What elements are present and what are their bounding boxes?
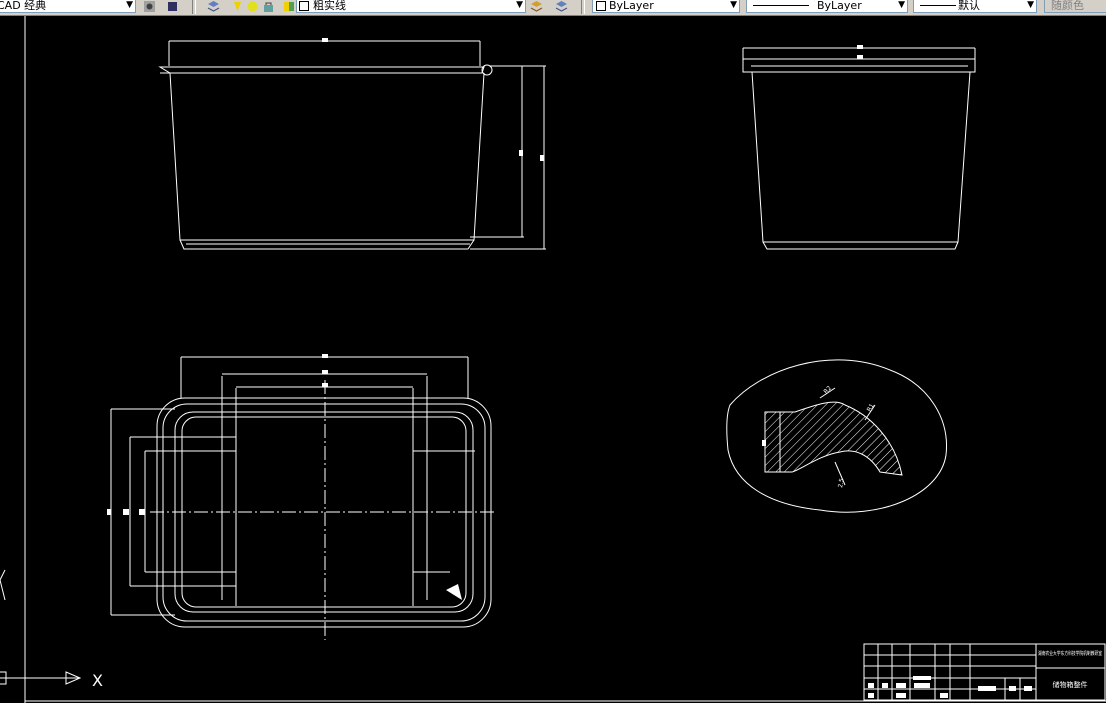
- color-combo[interactable]: ByLayer ▼: [592, 0, 740, 13]
- layer-color-icon[interactable]: [283, 0, 296, 13]
- layer-previous-icon[interactable]: [555, 0, 568, 13]
- chevron-down-icon: ▼: [1027, 0, 1034, 10]
- lineweight-combo-value: 默认: [958, 0, 980, 12]
- layer-color-swatch: [299, 1, 309, 11]
- title-block-part-name: 储物箱整件: [1053, 680, 1088, 689]
- linetype-combo-value: ByLayer: [817, 0, 862, 12]
- linetype-sample: [753, 5, 809, 6]
- chevron-down-icon: ▼: [730, 0, 737, 10]
- drawing-canvas[interactable]: R2 R1 2.5 X 湖南农业大学东方科技学院机 储物箱整件: [0, 16, 1106, 703]
- layer-combo[interactable]: 粗实线 ▼: [296, 0, 526, 13]
- chevron-down-icon: ▼: [898, 0, 905, 10]
- title-block-company: 湖南农业大学东方科技学院机制教研室: [1038, 650, 1102, 657]
- chevron-down-icon: ▼: [516, 0, 523, 10]
- linetype-combo[interactable]: ByLayer ▼: [746, 0, 908, 13]
- workspace-combo-value: CAD 经典: [0, 0, 47, 12]
- layer-combo-value: 粗实线: [313, 0, 346, 12]
- toolbar-separator: [581, 0, 585, 14]
- home-icon[interactable]: [166, 0, 179, 13]
- layer-properties-icon[interactable]: [207, 0, 220, 13]
- layer-on-off-icon[interactable]: [231, 0, 244, 13]
- settings-gear-icon[interactable]: [143, 0, 156, 13]
- layer-freeze-icon[interactable]: [246, 0, 259, 13]
- ucs-x-label: X: [92, 671, 103, 690]
- lineweight-combo[interactable]: 默认 ▼: [913, 0, 1037, 13]
- color-combo-value: ByLayer: [609, 0, 654, 12]
- toolbar-separator: [192, 0, 196, 14]
- layer-lock-icon[interactable]: [262, 0, 275, 13]
- chevron-down-icon: ▼: [126, 0, 133, 10]
- make-current-layer-icon[interactable]: [530, 0, 543, 13]
- plotstyle-combo[interactable]: 随颜色: [1044, 0, 1106, 13]
- properties-toolbar: CAD 经典 ▼ 粗实线 ▼ ByLayer ▼ ByLayer ▼ 默认 ▼ …: [0, 0, 1106, 16]
- workspace-combo[interactable]: CAD 经典 ▼: [0, 0, 136, 13]
- lineweight-sample: [920, 5, 956, 6]
- plotstyle-combo-value: 随颜色: [1051, 0, 1084, 12]
- color-swatch: [596, 1, 606, 11]
